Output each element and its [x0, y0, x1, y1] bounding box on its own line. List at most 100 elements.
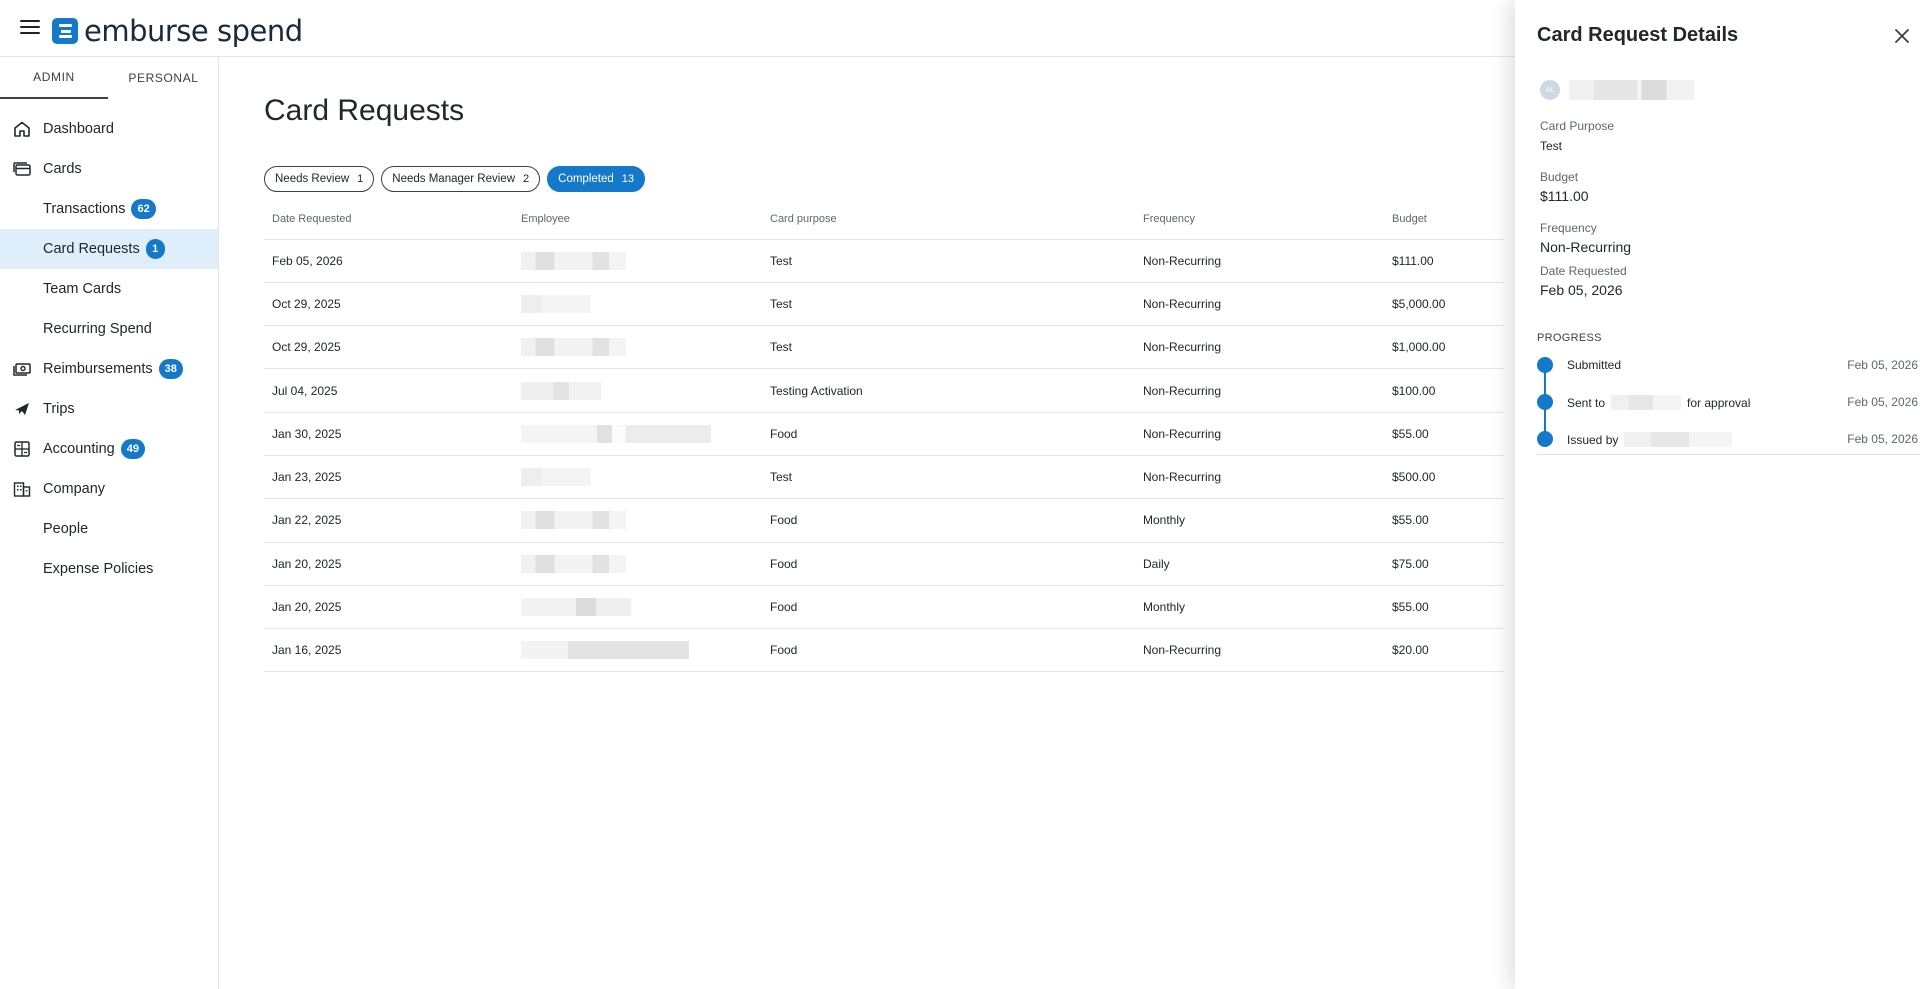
sidebar-item-company[interactable]: Company: [0, 469, 218, 509]
column-header-date-requested[interactable]: Date Requested: [264, 199, 513, 240]
logo-text: emburse spend: [84, 14, 303, 48]
card-requests-table: Date Requested Employee Card purpose Fre…: [264, 199, 1504, 673]
cell-purpose: Food: [762, 498, 1135, 543]
sidebar-item-label: Transactions: [43, 201, 126, 217]
cell-budget: $75.00: [1384, 542, 1504, 586]
home-icon: [14, 121, 30, 137]
close-icon[interactable]: [1894, 28, 1910, 44]
sidebar-item-people[interactable]: People: [0, 509, 218, 549]
cell-purpose: Test: [762, 239, 1135, 283]
cell-frequency: Non-Recurring: [1135, 325, 1384, 370]
cell-date: Jan 22, 2025: [264, 498, 513, 543]
step-label-suffix: for approval: [1687, 395, 1751, 410]
menu-icon[interactable]: [20, 20, 40, 36]
date-requested-value: Feb 05, 2026: [1540, 282, 1623, 298]
cell-date: Oct 29, 2025: [264, 325, 513, 370]
cell-frequency: Non-Recurring: [1135, 455, 1384, 500]
cell-budget: $500.00: [1384, 455, 1504, 500]
table-row[interactable]: Jan 22, 2025 Food Monthly $55.00: [264, 498, 1504, 543]
sidebar-item-reimbursements[interactable]: Reimbursements 38: [0, 349, 218, 389]
sidebar-item-label: Reimbursements: [43, 361, 153, 377]
sidebar-item-label: Company: [43, 481, 106, 497]
cell-date: Jan 16, 2025: [264, 628, 513, 673]
table-row[interactable]: Jul 04, 2025 Testing Activation Non-Recu…: [264, 368, 1504, 413]
sidebar-item-expense-policies[interactable]: Expense Policies: [0, 549, 218, 589]
app-logo[interactable]: emburse spend: [52, 14, 303, 48]
table-row[interactable]: Oct 29, 2025 Test Non-Recurring $1,000.0…: [264, 325, 1504, 370]
redacted-employee-name: [521, 381, 601, 400]
step-label: Issued by: [1567, 432, 1619, 447]
sidebar-item-label: Trips: [43, 401, 75, 417]
redacted-employee-name: [521, 511, 626, 530]
sidebar-item-label: Cards: [43, 161, 82, 177]
card-requests-count-badge: 1: [145, 239, 165, 259]
step-complete-icon: [1537, 394, 1553, 410]
redacted-issuer-name: [1624, 432, 1733, 447]
filter-needs-manager-review[interactable]: Needs Manager Review 2: [381, 166, 541, 192]
sidebar-item-card-requests[interactable]: Card Requests 1: [0, 229, 218, 269]
sidebar-nav: Dashboard Cards Transactions 62 Card Req…: [0, 109, 218, 589]
filter-count: 2: [523, 173, 530, 185]
timeline-step-issued: Issued by Feb 05, 2026: [1537, 429, 1920, 449]
cell-frequency: Non-Recurring: [1135, 368, 1384, 413]
column-header-frequency[interactable]: Frequency: [1135, 199, 1384, 240]
filter-count: 13: [621, 173, 635, 185]
table-row[interactable]: Jan 20, 2025 Food Daily $75.00: [264, 542, 1504, 586]
sidebar-item-label: Recurring Spend: [43, 321, 152, 337]
cell-purpose: Test: [762, 282, 1135, 327]
redacted-requester-name: [1569, 80, 1694, 100]
date-requested-label: Date Requested: [1540, 264, 1627, 278]
redacted-employee-name: [521, 294, 591, 313]
sidebar-item-trips[interactable]: Trips: [0, 389, 218, 429]
money-icon: [13, 363, 31, 376]
cell-frequency: Non-Recurring: [1135, 628, 1384, 673]
page-title: Card Requests: [264, 94, 465, 127]
sidebar-item-recurring-spend[interactable]: Recurring Spend: [0, 309, 218, 349]
table-header-row: Date Requested Employee Card purpose Fre…: [264, 199, 1504, 240]
column-header-budget[interactable]: Budget: [1384, 199, 1504, 240]
cell-employee: [513, 455, 762, 500]
cell-date: Jan 20, 2025: [264, 585, 513, 630]
sidebar-item-accounting[interactable]: Accounting 49: [0, 429, 218, 469]
drawer-title: Card Request Details: [1537, 24, 1739, 46]
tab-personal[interactable]: PERSONAL: [108, 57, 219, 99]
table-row[interactable]: Jan 16, 2025 Food Non-Recurring $20.00: [264, 628, 1504, 673]
table-row[interactable]: Jan 20, 2025 Food Monthly $55.00: [264, 585, 1504, 630]
step-date: Feb 05, 2026: [1847, 358, 1918, 372]
cell-purpose: Food: [762, 412, 1135, 456]
sidebar-item-cards[interactable]: Cards: [0, 149, 218, 189]
step-label: Submitted: [1567, 358, 1622, 372]
card-purpose-label: Card Purpose: [1540, 119, 1615, 133]
sidebar-item-transactions[interactable]: Transactions 62: [0, 189, 218, 229]
table-row[interactable]: Jan 23, 2025 Test Non-Recurring $500.00: [264, 455, 1504, 500]
card-request-details-drawer: Card Request Details AL Card Purpose Tes…: [1515, 0, 1920, 989]
cell-purpose: Test: [762, 455, 1135, 500]
cell-date: Jan 23, 2025: [264, 455, 513, 500]
frequency-label: Frequency: [1540, 221, 1597, 235]
filter-needs-review[interactable]: Needs Review 1: [264, 166, 375, 192]
cell-purpose: Food: [762, 628, 1135, 673]
step-text: Submitted: [1567, 358, 1621, 372]
redacted-employee-name: [521, 641, 689, 660]
table-row[interactable]: Oct 29, 2025 Test Non-Recurring $5,000.0…: [264, 282, 1504, 327]
redacted-employee-name: [521, 424, 711, 443]
sidebar-item-team-cards[interactable]: Team Cards: [0, 269, 218, 309]
building-icon: [13, 482, 31, 497]
cell-date: Jan 30, 2025: [264, 412, 513, 456]
avatar: AL: [1540, 80, 1560, 100]
sidebar-item-dashboard[interactable]: Dashboard: [0, 109, 218, 149]
tab-admin[interactable]: ADMIN: [0, 57, 108, 99]
frequency-value: Non-Recurring: [1540, 239, 1632, 255]
cell-employee: [513, 368, 762, 413]
filter-completed[interactable]: Completed 13: [547, 166, 646, 192]
cards-icon: [13, 162, 31, 176]
table-row[interactable]: Feb 05, 2026 Test Non-Recurring $111.00: [264, 239, 1504, 283]
step-label: Sent to: [1567, 395, 1606, 410]
column-header-employee[interactable]: Employee: [513, 199, 762, 240]
table-row[interactable]: Jan 30, 2025 Food Non-Recurring $55.00: [264, 412, 1504, 456]
transactions-count-badge: 62: [131, 199, 156, 219]
column-header-card-purpose[interactable]: Card purpose: [762, 199, 1135, 240]
cell-budget: $55.00: [1384, 412, 1504, 456]
cell-employee: [513, 628, 762, 673]
cell-frequency: Non-Recurring: [1135, 282, 1384, 327]
